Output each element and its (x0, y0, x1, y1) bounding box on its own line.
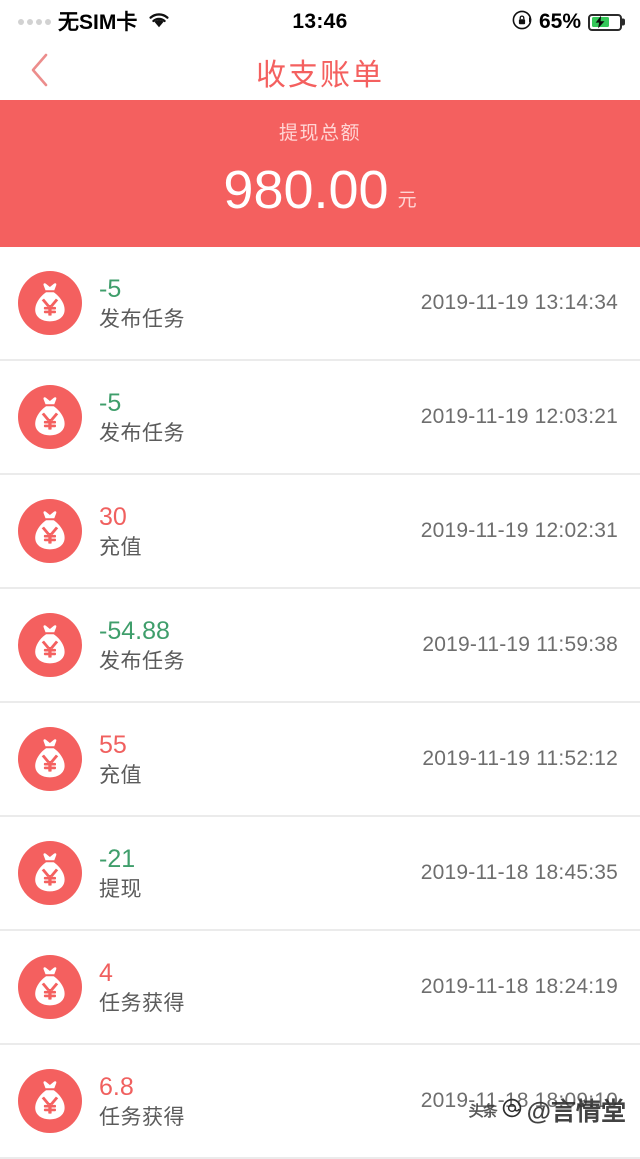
transaction-amount: -54.88 (99, 616, 170, 645)
page-title: 收支账单 (256, 59, 384, 92)
summary-amount-row: 980.00 元 (223, 163, 416, 217)
status-bar-right: 65% (512, 10, 622, 35)
transaction-text-group: -54.88 发布任务 (99, 616, 185, 673)
transaction-timestamp: 2019-11-18 18:45:35 (420, 861, 618, 884)
signal-strength-icon (18, 19, 51, 25)
transaction-timestamp: 2019-11-19 12:03:21 (420, 405, 618, 428)
status-bar: 无SIM卡 13:46 65% (0, 0, 640, 44)
transaction-amount: -21 (99, 844, 136, 873)
transaction-text-group: 4 任务获得 (99, 958, 185, 1015)
status-bar-left: 无SIM卡 (18, 10, 172, 34)
transaction-type-label: 充值 (99, 535, 142, 559)
transaction-type-label: 任务获得 (99, 1105, 185, 1129)
transaction-list[interactable]: -5 发布任务 2019-11-19 13:14:34 -5 发布任务 2019-11-… (0, 247, 640, 1159)
chevron-left-icon (29, 52, 51, 93)
transaction-timestamp: 2019-11-18 18:09:10 (420, 1089, 618, 1112)
transaction-text-group: 6.8 任务获得 (99, 1072, 185, 1129)
transaction-text-group: -21 提现 (99, 844, 142, 901)
wifi-icon (146, 10, 172, 34)
transaction-text-group: 55 充值 (99, 730, 142, 787)
transaction-amount: 4 (99, 958, 113, 987)
money-bag-glyph (35, 283, 65, 322)
summary-amount-unit: 元 (397, 190, 417, 211)
money-bag-glyph (35, 1081, 65, 1120)
transaction-type-label: 发布任务 (99, 307, 185, 331)
transaction-type-label: 提现 (99, 877, 142, 901)
money-bag-icon (18, 841, 82, 905)
money-bag-icon (18, 727, 82, 791)
transaction-type-label: 发布任务 (99, 421, 185, 445)
rotation-lock-icon (512, 10, 532, 35)
battery-charging-icon (588, 13, 622, 31)
transaction-amount: 30 (99, 502, 127, 531)
transaction-row[interactable]: 55 充值 2019-11-19 11:52:12 (0, 703, 640, 817)
transaction-amount: -5 (99, 274, 122, 303)
money-bag-glyph (35, 625, 65, 664)
carrier-label: 无SIM卡 (58, 10, 138, 34)
transaction-timestamp: 2019-11-18 18:24:19 (420, 975, 618, 998)
money-bag-icon (18, 499, 82, 563)
withdrawal-summary-banner: 提现总额 980.00 元 (0, 100, 640, 247)
transaction-type-label: 充值 (99, 763, 142, 787)
transaction-type-label: 任务获得 (99, 991, 185, 1015)
money-bag-icon (18, 955, 82, 1019)
money-bag-glyph (35, 739, 65, 778)
transaction-row[interactable]: 4 任务获得 2019-11-18 18:24:19 (0, 931, 640, 1045)
transaction-timestamp: 2019-11-19 13:14:34 (420, 291, 618, 314)
money-bag-glyph (35, 397, 65, 436)
transaction-timestamp: 2019-11-19 12:02:31 (420, 519, 618, 542)
transaction-amount: -5 (99, 388, 122, 417)
money-bag-icon (18, 385, 82, 449)
back-button[interactable] (12, 44, 68, 100)
transaction-timestamp: 2019-11-19 11:52:12 (422, 747, 618, 770)
transaction-row[interactable]: -5 发布任务 2019-11-19 13:14:34 (0, 247, 640, 361)
money-bag-icon (18, 271, 82, 335)
summary-label: 提现总额 (278, 123, 361, 144)
transaction-type-label: 发布任务 (99, 649, 185, 673)
money-bag-icon (18, 613, 82, 677)
transaction-row[interactable]: 6.8 任务获得 2019-11-18 18:09:10 (0, 1045, 640, 1159)
transaction-row[interactable]: -5 发布任务 2019-11-19 12:03:21 (0, 361, 640, 475)
transaction-row[interactable]: 30 充值 2019-11-19 12:02:31 (0, 475, 640, 589)
money-bag-glyph (35, 853, 65, 892)
transaction-row[interactable]: -54.88 发布任务 2019-11-19 11:59:38 (0, 589, 640, 703)
summary-amount-value: 980.00 (223, 160, 389, 220)
money-bag-glyph (35, 511, 65, 550)
battery-percent-label: 65% (538, 10, 581, 33)
money-bag-icon (18, 1069, 82, 1133)
transaction-row[interactable]: -21 提现 2019-11-18 18:45:35 (0, 817, 640, 931)
transaction-amount: 6.8 (99, 1072, 134, 1101)
transaction-timestamp: 2019-11-19 11:59:38 (422, 633, 618, 656)
transaction-amount: 55 (99, 730, 127, 759)
transaction-text-group: 30 充值 (99, 502, 142, 559)
transaction-text-group: -5 发布任务 (99, 388, 185, 445)
navigation-bar: 收支账单 (0, 44, 640, 100)
money-bag-glyph (35, 967, 65, 1006)
transaction-text-group: -5 发布任务 (99, 274, 185, 331)
